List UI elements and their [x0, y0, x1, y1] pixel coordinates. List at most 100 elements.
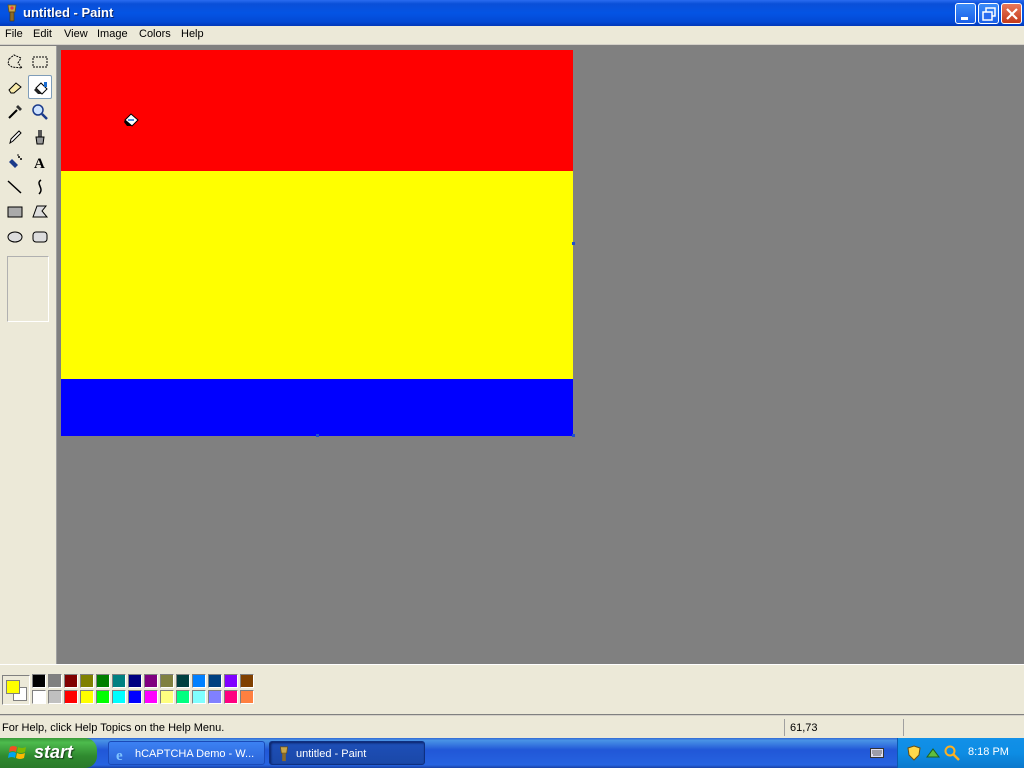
- palette-swatch[interactable]: [176, 674, 190, 688]
- palette-swatch[interactable]: [96, 690, 110, 704]
- menu-edit[interactable]: Edit: [33, 28, 52, 40]
- tool-magnifier[interactable]: [28, 100, 52, 124]
- palette-swatch[interactable]: [48, 690, 62, 704]
- brush-icon: [35, 130, 45, 145]
- eyedropper-icon: [8, 105, 22, 119]
- minimize-icon: [961, 17, 968, 20]
- line-icon: [7, 180, 22, 194]
- network-icon[interactable]: [925, 745, 941, 761]
- yellow-band[interactable]: [61, 171, 573, 379]
- tool-rounded-rectangle[interactable]: [28, 225, 52, 249]
- taskbar-item-paint[interactable]: untitled - Paint: [269, 741, 425, 765]
- palette-swatch[interactable]: [224, 690, 238, 704]
- tool-pick-color[interactable]: [3, 100, 27, 124]
- tool-options-box[interactable]: [7, 256, 49, 322]
- palette-swatch[interactable]: [144, 674, 158, 688]
- palette-swatch[interactable]: [208, 690, 222, 704]
- palette-swatch[interactable]: [240, 690, 254, 704]
- ellipse-icon: [7, 231, 23, 243]
- palette-swatch[interactable]: [160, 674, 174, 688]
- taskbar-item-hcaptcha[interactable]: e hCAPTCHA Demo - W...: [108, 741, 265, 765]
- palette-swatch[interactable]: [160, 690, 174, 704]
- tool-fill-with-color[interactable]: [28, 75, 52, 99]
- close-button[interactable]: [1001, 3, 1022, 24]
- tool-brush[interactable]: [28, 125, 52, 149]
- status-bar: For Help, click Help Topics on the Help …: [0, 715, 1024, 738]
- clock[interactable]: 8:18 PM: [968, 746, 1009, 758]
- svg-text:A: A: [34, 156, 45, 171]
- blue-band[interactable]: [61, 379, 573, 436]
- menu-help[interactable]: Help: [181, 28, 204, 40]
- title-bar[interactable]: untitled - Paint: [0, 0, 1024, 26]
- palette-swatch[interactable]: [112, 690, 126, 704]
- menu-view[interactable]: View: [64, 28, 88, 40]
- pencil-icon: [9, 130, 22, 145]
- tool-free-form-select[interactable]: [3, 50, 27, 74]
- palette-swatch[interactable]: [64, 674, 78, 688]
- keyboard-icon[interactable]: [870, 748, 884, 758]
- tool-line[interactable]: [3, 175, 27, 199]
- status-separator: [903, 719, 904, 736]
- fill-bucket-icon: [34, 82, 48, 95]
- palette-swatch[interactable]: [48, 674, 62, 688]
- close-icon: [1006, 8, 1018, 20]
- tool-text[interactable]: A: [28, 150, 52, 174]
- color-palette: [0, 664, 1024, 714]
- paint-app-icon[interactable]: [4, 4, 20, 22]
- paint-icon: [280, 746, 288, 762]
- palette-swatch[interactable]: [192, 690, 206, 704]
- tool-ellipse[interactable]: [3, 225, 27, 249]
- palette-swatch[interactable]: [240, 674, 254, 688]
- palette-swatch[interactable]: [144, 690, 158, 704]
- palette-swatch[interactable]: [32, 674, 46, 688]
- palette-swatch[interactable]: [64, 690, 78, 704]
- drawing-canvas[interactable]: [61, 50, 573, 436]
- airbrush-icon: [9, 154, 22, 168]
- resize-handle-corner[interactable]: [572, 434, 575, 437]
- restore-icon: [982, 7, 996, 21]
- palette-swatch[interactable]: [80, 674, 94, 688]
- menu-file[interactable]: File: [5, 28, 23, 40]
- security-shield-icon[interactable]: [907, 745, 921, 761]
- start-button[interactable]: start: [0, 738, 97, 768]
- polygon-icon: [32, 205, 49, 218]
- resize-handle-bottom[interactable]: [316, 434, 319, 437]
- palette-swatch[interactable]: [128, 674, 142, 688]
- palette-swatch[interactable]: [208, 674, 222, 688]
- canvas-workspace[interactable]: [57, 46, 1024, 664]
- start-label: start: [34, 742, 74, 762]
- resize-handle-right[interactable]: [572, 242, 575, 245]
- tool-eraser[interactable]: [3, 75, 27, 99]
- palette-swatch[interactable]: [192, 674, 206, 688]
- tool-curve[interactable]: [28, 175, 52, 199]
- windows-flag-icon: [8, 746, 26, 759]
- restore-button[interactable]: [978, 3, 999, 24]
- foreground-color-swatch[interactable]: [6, 680, 20, 694]
- search-icon[interactable]: [944, 745, 960, 761]
- current-colors-box[interactable]: [2, 675, 30, 705]
- minimize-button[interactable]: [955, 3, 976, 24]
- tool-airbrush[interactable]: [3, 150, 27, 174]
- palette-swatch[interactable]: [176, 690, 190, 704]
- tool-pencil[interactable]: [3, 125, 27, 149]
- palette-swatch[interactable]: [112, 674, 126, 688]
- menu-image[interactable]: Image: [97, 28, 128, 40]
- tool-polygon[interactable]: [28, 200, 52, 224]
- tool-rectangle[interactable]: [3, 200, 27, 224]
- select-icon: [32, 56, 48, 68]
- cursor-coordinates: 61,73: [790, 722, 818, 734]
- menu-colors[interactable]: Colors: [139, 28, 171, 40]
- text-icon: A: [34, 156, 45, 171]
- palette-swatch[interactable]: [224, 674, 238, 688]
- rectangle-icon: [7, 206, 23, 218]
- curve-icon: [38, 179, 42, 195]
- palette-swatch[interactable]: [96, 674, 110, 688]
- magnifier-icon: [32, 104, 48, 120]
- palette-swatch[interactable]: [128, 690, 142, 704]
- taskbar-item-label: untitled - Paint: [296, 748, 367, 760]
- palette-swatch[interactable]: [32, 690, 46, 704]
- fill-bucket-cursor-icon: [124, 113, 139, 127]
- palette-swatch[interactable]: [80, 690, 94, 704]
- tool-select[interactable]: [28, 50, 52, 74]
- red-band[interactable]: [61, 50, 573, 171]
